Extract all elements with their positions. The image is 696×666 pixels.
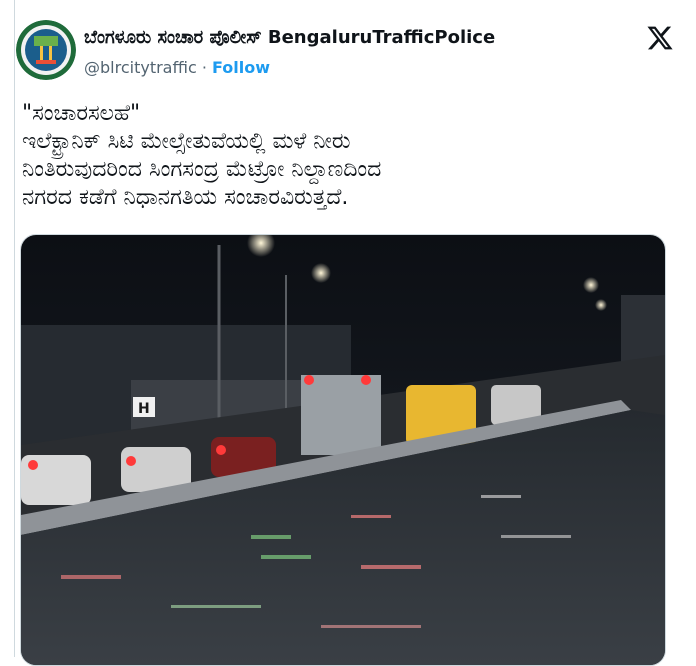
tweet-photo[interactable]: H [20,234,666,666]
sign-letter: H [138,401,150,417]
handle[interactable]: @blrcitytraffic [84,58,197,77]
display-name[interactable]: ಬೆಂಗಳೂರು ಸಂಚಾರ ಪೊಲೀಸ್ BengaluruTrafficPo… [84,27,495,48]
separator: · [201,58,207,77]
x-logo-icon[interactable] [646,24,674,52]
handle-row: @blrcitytraffic · Follow [84,58,270,77]
tweet-text: "ಸಂಚಾರಸಲಹೆ" ಇಲೆಕ್ಟ್ರಾನಿಕ್ ಸಿಟಿ ಮೇಲ್ಸೇತುವ… [22,101,382,210]
avatar[interactable] [16,20,76,80]
follow-button[interactable]: Follow [212,58,270,77]
